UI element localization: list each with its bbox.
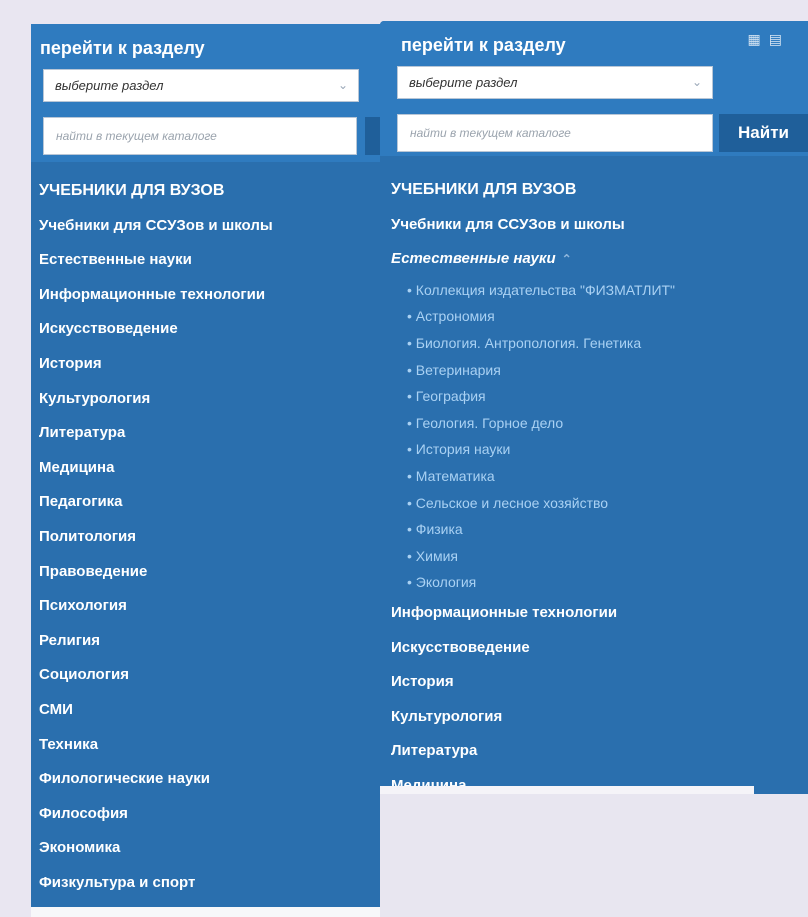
tree-expand-icon[interactable]: ▦: [748, 31, 769, 47]
left-search-input[interactable]: найти в текущем каталоге: [43, 117, 357, 155]
right-category-item[interactable]: История: [380, 665, 808, 700]
left-category-item[interactable]: История: [31, 347, 391, 382]
left-category-list: УЧЕБНИКИ ДЛЯ ВУЗОВ Учебники для ССУЗов и…: [31, 174, 391, 900]
subcategory-item[interactable]: Сельское и лесное хозяйство: [380, 490, 808, 517]
left-category-item[interactable]: Религия: [31, 624, 391, 659]
right-category-item[interactable]: Литература: [380, 734, 808, 769]
subcategory-item[interactable]: Химия: [380, 543, 808, 570]
left-category-item[interactable]: СМИ: [31, 693, 391, 728]
right-category-item[interactable]: Информационные технологии: [380, 596, 808, 631]
left-category-item[interactable]: Информационные технологии: [31, 278, 391, 313]
left-catalog-header: перейти к разделу выберите раздел ⌄ найт…: [31, 24, 391, 162]
subcategory-item[interactable]: Астрономия: [380, 303, 808, 330]
subcategory-item[interactable]: География: [380, 383, 808, 410]
empty-gray-area: [380, 794, 808, 917]
subcategory-item[interactable]: Экология: [380, 569, 808, 596]
subcategory-item[interactable]: Биология. Антропология. Генетика: [380, 330, 808, 357]
subcategory-item[interactable]: Математика: [380, 463, 808, 490]
left-category-item[interactable]: Физкультура и спорт: [31, 866, 391, 901]
right-category-list: УЧЕБНИКИ ДЛЯ ВУЗОВ Учебники для ССУЗов и…: [380, 173, 808, 794]
chevron-up-icon[interactable]: ⌃: [562, 252, 572, 266]
right-catalog-panel: перейти к разделу ▦▤ выберите раздел ⌄ н…: [380, 21, 808, 794]
left-category-item[interactable]: Философия: [31, 797, 391, 832]
left-category-item[interactable]: Техника: [31, 728, 391, 763]
right-search-input[interactable]: найти в текущем каталоге: [397, 114, 713, 152]
right-category-item[interactable]: УЧЕБНИКИ ДЛЯ ВУЗОВ: [380, 173, 808, 208]
left-category-item[interactable]: Филологические науки: [31, 762, 391, 797]
left-category-item[interactable]: Медицина: [31, 451, 391, 486]
left-category-item[interactable]: Искусствоведение: [31, 312, 391, 347]
right-category-item[interactable]: Культурология: [380, 700, 808, 735]
left-catalog-panel: перейти к разделу выберите раздел ⌄ найт…: [31, 24, 391, 917]
left-category-item[interactable]: Литература: [31, 416, 391, 451]
left-category-item[interactable]: УЧЕБНИКИ ДЛЯ ВУЗОВ: [31, 174, 391, 209]
left-nav-title: перейти к разделу: [40, 38, 205, 58]
subcategory-item[interactable]: Ветеринария: [380, 357, 808, 384]
left-category-item[interactable]: Культурология: [31, 382, 391, 417]
left-category-item[interactable]: Естественные науки: [31, 243, 391, 278]
left-panel-footer: [31, 907, 381, 917]
tree-collapse-icon[interactable]: ▤: [769, 31, 790, 47]
left-category-item[interactable]: Экономика: [31, 831, 391, 866]
chevron-down-icon: ⌄: [691, 75, 702, 89]
chevron-down-icon: ⌄: [337, 78, 348, 92]
subcategory-item[interactable]: Физика: [380, 516, 808, 543]
right-catalog-header: перейти к разделу ▦▤ выберите раздел ⌄ н…: [380, 21, 808, 156]
right-section-select-value: выберите раздел: [409, 75, 518, 90]
subcategory-item[interactable]: Коллекция издательства "ФИЗМАТЛИТ": [380, 277, 808, 304]
left-category-item[interactable]: Учебники для ССУЗов и школы: [31, 209, 391, 244]
left-category-item[interactable]: Социология: [31, 658, 391, 693]
left-section-select[interactable]: выберите раздел ⌄: [43, 69, 359, 102]
right-section-select[interactable]: выберите раздел ⌄: [397, 66, 713, 99]
left-category-item[interactable]: Психология: [31, 589, 391, 624]
right-category-item[interactable]: Искусствоведение: [380, 631, 808, 666]
subcategory-item[interactable]: Геология. Горное дело: [380, 410, 808, 437]
active-category-label: Естественные науки: [391, 250, 556, 268]
left-section-select-value: выберите раздел: [55, 78, 164, 93]
right-category-item[interactable]: Учебники для ССУЗов и школы: [380, 208, 808, 243]
find-button[interactable]: Найти: [719, 114, 808, 152]
active-category-item[interactable]: Естественные науки ⌃: [380, 242, 808, 277]
left-category-item[interactable]: Педагогика: [31, 485, 391, 520]
right-nav-title: перейти к разделу: [401, 35, 566, 55]
left-category-item[interactable]: Политология: [31, 520, 391, 555]
tree-controls: ▦▤: [748, 31, 790, 48]
left-category-item[interactable]: Правоведение: [31, 555, 391, 590]
subcategory-item[interactable]: История науки: [380, 436, 808, 463]
